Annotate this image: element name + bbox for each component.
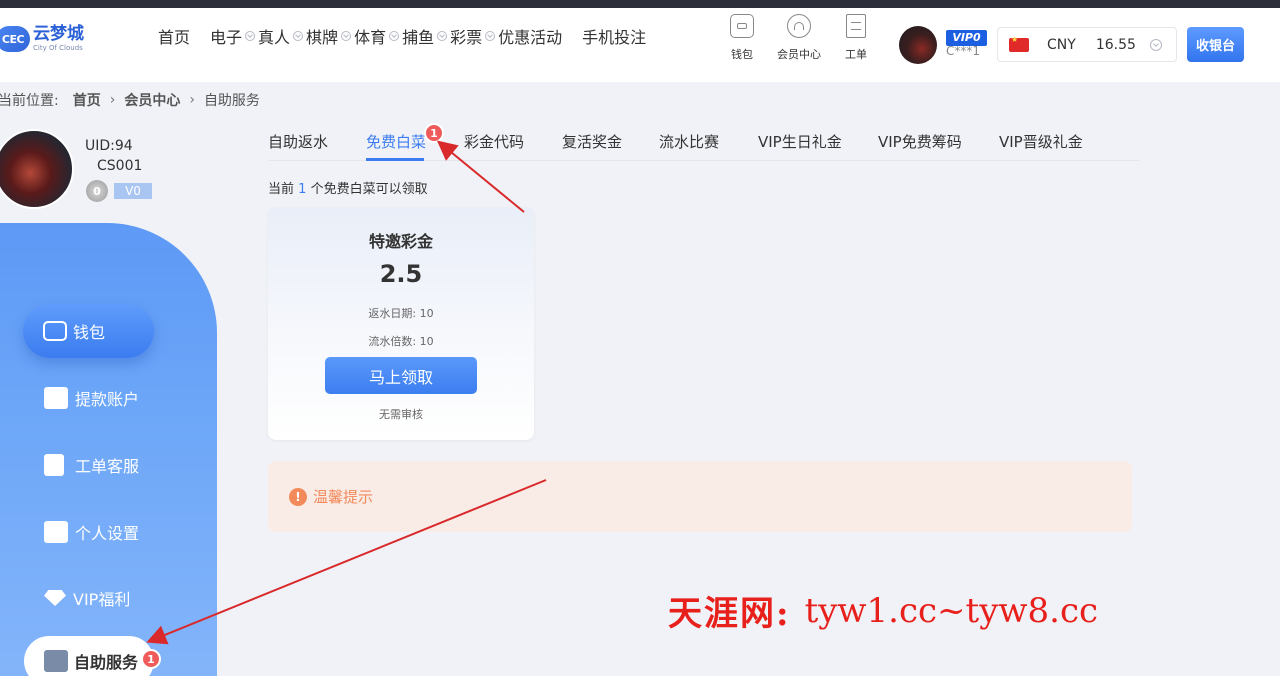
logo-subtitle: City Of Clouds — [33, 44, 83, 52]
header-wallet[interactable]: 钱包 — [712, 14, 772, 64]
rebate-days: 返水日期: 10 — [368, 307, 434, 320]
user-name: CS001 — [97, 158, 143, 174]
nav-cards[interactable]: 棋牌 — [306, 24, 354, 48]
bonus-amount: 2.5 — [379, 260, 423, 288]
ticket-icon — [846, 14, 866, 38]
chevron-down-icon — [485, 31, 496, 41]
available-count-text: 当前 1 个免费白菜可以领取 — [268, 182, 428, 197]
masked-username: C***1 — [946, 44, 981, 58]
logo-name: 云梦城 — [33, 24, 84, 44]
user-avatar-small[interactable] — [899, 26, 937, 64]
sidebar-item-personal-settings[interactable]: 个人设置 — [44, 520, 139, 544]
diamond-icon — [44, 590, 66, 606]
user-uid: UID:94 — [85, 138, 133, 154]
chevron-right-icon: › — [109, 92, 116, 108]
sidebar-item-vip-benefits[interactable]: VIP福利 — [44, 586, 130, 610]
document-edit-icon — [44, 454, 64, 476]
tab-vip-birthday[interactable]: VIP生日礼金 — [758, 131, 842, 152]
warm-tip-text: 温馨提示 — [313, 488, 374, 506]
logo-badge: CEC — [0, 26, 30, 52]
bonus-card: 特邀彩金 2.5 返水日期: 10 流水倍数: 10 马上领取 无需审核 — [268, 207, 534, 440]
nav-mobile[interactable]: 手机投注 — [582, 24, 646, 48]
service-tabs: 自助返水 免费白菜 彩金代码 复活奖金 流水比赛 VIP生日礼金 VIP免费筹码… — [268, 120, 1140, 161]
nav-home[interactable]: 首页 — [158, 24, 190, 48]
level-badge: V0 — [114, 183, 152, 199]
wallet-icon — [43, 321, 67, 341]
level-medal-icon: 0 — [86, 180, 108, 202]
chevron-down-icon — [341, 31, 352, 41]
china-flag-icon — [1009, 35, 1029, 52]
nav-live[interactable]: 真人 — [258, 24, 306, 48]
headset-icon — [787, 14, 811, 38]
tab-vip-promotion[interactable]: VIP晋级礼金 — [999, 131, 1083, 152]
no-review-note: 无需审核 — [379, 408, 423, 421]
wallet-icon — [730, 14, 754, 38]
user-avatar[interactable] — [0, 129, 74, 209]
id-card-icon — [44, 521, 68, 543]
tab-notification-badge: 1 — [424, 123, 444, 143]
tab-vip-free-chips[interactable]: VIP免费筹码 — [878, 131, 962, 152]
tab-bonus-code[interactable]: 彩金代码 — [464, 131, 524, 152]
sidebar-item-wallet[interactable]: 钱包 — [23, 304, 154, 358]
balance-amount: 16.55 — [1095, 36, 1136, 53]
tab-self-rebate[interactable]: 自助返水 — [268, 131, 328, 152]
chevron-down-icon — [293, 31, 304, 41]
breadcrumb-member-center[interactable]: 会员中心 — [124, 90, 180, 110]
currency-selector[interactable]: CNY 16.55 — [997, 27, 1177, 62]
chevron-down-icon — [389, 31, 400, 41]
breadcrumb-home[interactable]: 首页 — [73, 90, 101, 110]
chevron-right-icon: › — [189, 92, 195, 108]
nav-promotions[interactable]: 优惠活动 — [498, 24, 562, 48]
chevron-down-icon — [245, 31, 256, 41]
tab-free-bonus[interactable]: 免费白菜 — [366, 131, 426, 152]
nav-sports[interactable]: 体育 — [354, 24, 402, 48]
site-logo[interactable]: CEC 云梦城 City Of Clouds — [0, 22, 84, 56]
warm-tip-box: ! 温馨提示 — [268, 461, 1132, 532]
nav-fishing[interactable]: 捕鱼 — [402, 24, 450, 48]
tab-revival-bonus[interactable]: 复活奖金 — [562, 131, 622, 152]
watermark: 天涯网: tyw1.cc~tyw8.cc — [668, 590, 1099, 635]
nav-lottery[interactable]: 彩票 — [450, 24, 498, 48]
breadcrumb: 当前位置: 首页 › 会员中心 › 自助服务 — [0, 90, 260, 110]
turnover-multiple: 流水倍数: 10 — [368, 335, 434, 348]
cashier-button[interactable]: 收银台 — [1187, 27, 1244, 62]
chevron-down-icon — [1149, 38, 1162, 51]
bank-card-icon — [44, 387, 68, 409]
top-strip — [0, 0, 1280, 8]
bonus-title: 特邀彩金 — [368, 232, 433, 251]
exclamation-icon: ! — [289, 487, 307, 506]
sidebar-notification-badge: 1 — [141, 649, 161, 669]
sidebar-item-withdraw-account[interactable]: 提款账户 — [44, 386, 139, 410]
header-member-center[interactable]: 会员中心 — [769, 14, 829, 64]
active-tab-indicator — [366, 158, 424, 161]
header-ticket[interactable]: 工单 — [826, 14, 886, 64]
claim-button[interactable]: 马上领取 — [325, 357, 477, 394]
sidebar-item-self-service[interactable]: 自助服务 — [24, 636, 154, 676]
nav-slots[interactable]: 电子 — [210, 24, 258, 48]
breadcrumb-current: 自助服务 — [203, 93, 260, 109]
sidebar-item-ticket-service[interactable]: 工单客服 — [44, 453, 139, 477]
tab-turnover-contest[interactable]: 流水比赛 — [659, 131, 719, 152]
currency-code: CNY — [1047, 36, 1076, 53]
self-service-icon — [44, 650, 68, 672]
main-nav: 首页 电子 真人 棋牌 体育 捕鱼 彩票 优惠活动 手机投注 — [158, 24, 646, 48]
chevron-down-icon — [437, 31, 448, 41]
